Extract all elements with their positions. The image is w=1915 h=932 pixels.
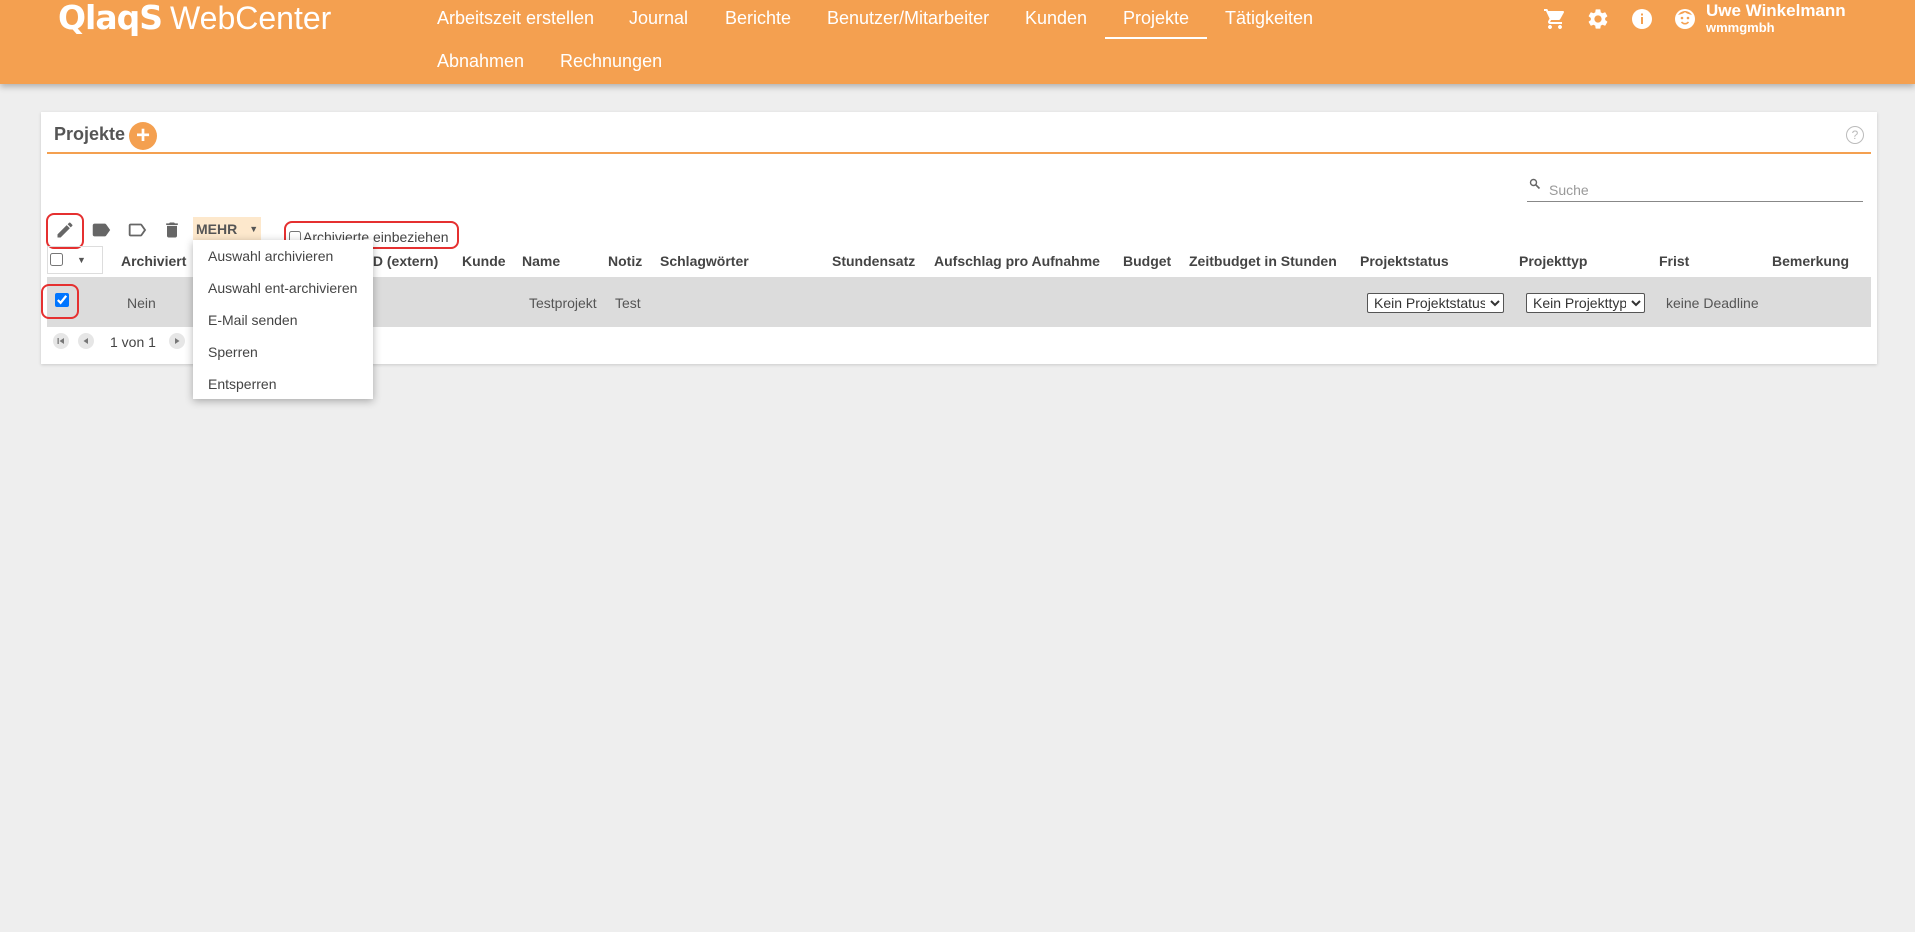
row-checkbox[interactable] xyxy=(55,293,69,307)
cell-archiviert: Nein xyxy=(127,295,156,311)
info-icon[interactable] xyxy=(1629,6,1655,32)
edit-icon[interactable] xyxy=(53,218,77,242)
cell-frist: keine Deadline xyxy=(1666,295,1759,311)
app-logo[interactable]: QlaqS WebCenter xyxy=(58,0,331,36)
more-dropdown-menu: Auswahl archivieren Auswahl ent-archivie… xyxy=(193,240,373,399)
search-input[interactable] xyxy=(1549,180,1849,200)
top-bar: QlaqS WebCenter Arbeitszeit erstellen Jo… xyxy=(0,0,1915,84)
nav-benutzer-mitarbeiter[interactable]: Benutzer/Mitarbeiter xyxy=(827,7,989,29)
column-header-notiz[interactable]: Notiz xyxy=(608,253,642,269)
pager-text: 1 von 1 xyxy=(110,334,156,350)
nav-kunden[interactable]: Kunden xyxy=(1025,7,1087,29)
projekttyp-select[interactable]: Kein Projekttyp xyxy=(1526,293,1645,313)
column-header-bemerkung[interactable]: Bemerkung xyxy=(1772,253,1849,269)
more-label: MEHR xyxy=(196,221,238,237)
chevron-down-icon: ▼ xyxy=(77,255,86,265)
column-header-name[interactable]: Name xyxy=(522,253,560,269)
column-header-projektstatus[interactable]: Projektstatus xyxy=(1360,253,1449,269)
logo-text: WebCenter xyxy=(170,0,332,36)
nav-arbeitszeit-erstellen[interactable]: Arbeitszeit erstellen xyxy=(437,7,594,29)
column-header-id-extern[interactable]: ID (extern) xyxy=(369,253,438,269)
prev-page-icon[interactable] xyxy=(78,333,94,349)
cell-name: Testprojekt xyxy=(529,295,597,311)
page-title: Projekte xyxy=(54,124,126,144)
projektstatus-select[interactable]: Kein Projektstatus xyxy=(1367,293,1504,313)
logo-mark: QlaqS xyxy=(58,0,163,37)
nav-journal[interactable]: Journal xyxy=(629,7,688,29)
user-name[interactable]: Uwe Winkelmann xyxy=(1706,1,1846,21)
column-header-kunde[interactable]: Kunde xyxy=(462,253,506,269)
menu-item-auswahl-ent-archivieren[interactable]: Auswahl ent-archivieren xyxy=(208,280,357,296)
select-all-control[interactable]: ▼ xyxy=(47,246,103,274)
delete-icon[interactable] xyxy=(160,218,184,242)
help-icon[interactable]: ? xyxy=(1846,126,1864,144)
cell-notiz: Test xyxy=(615,295,641,311)
search-icon xyxy=(1529,178,1541,190)
column-header-aufschlag[interactable]: Aufschlag pro Aufnahme xyxy=(934,253,1100,269)
menu-item-email-senden[interactable]: E-Mail senden xyxy=(208,312,298,328)
nav-projekte[interactable]: Projekte xyxy=(1104,7,1208,39)
column-header-frist[interactable]: Frist xyxy=(1659,253,1689,269)
menu-item-auswahl-archivieren[interactable]: Auswahl archivieren xyxy=(208,248,333,264)
column-header-stundensatz[interactable]: Stundensatz xyxy=(832,253,915,269)
select-all-checkbox[interactable] xyxy=(50,253,63,266)
column-header-schlagwoerter[interactable]: Schlagwörter xyxy=(660,253,749,269)
user-avatar-icon[interactable] xyxy=(1672,6,1698,32)
column-header-zeitbudget[interactable]: Zeitbudget in Stunden xyxy=(1189,253,1337,269)
column-header-projekttyp[interactable]: Projekttyp xyxy=(1519,253,1587,269)
cart-icon[interactable] xyxy=(1542,6,1568,32)
nav-taetigkeiten[interactable]: Tätigkeiten xyxy=(1225,7,1313,29)
nav-berichte[interactable]: Berichte xyxy=(725,7,791,29)
first-page-icon[interactable] xyxy=(53,333,69,349)
column-header-archiviert[interactable]: Archiviert xyxy=(121,253,186,269)
column-header-budget[interactable]: Budget xyxy=(1123,253,1171,269)
tag-filled-icon[interactable] xyxy=(89,218,113,242)
gear-icon[interactable] xyxy=(1585,6,1611,32)
tag-outline-icon[interactable] xyxy=(125,218,149,242)
nav-rechnungen[interactable]: Rechnungen xyxy=(560,50,662,72)
more-button[interactable]: MEHR ▼ xyxy=(193,217,261,241)
next-page-icon[interactable] xyxy=(169,333,185,349)
add-project-button[interactable]: + xyxy=(129,122,157,150)
nav-abnahmen[interactable]: Abnahmen xyxy=(437,50,524,72)
menu-item-sperren[interactable]: Sperren xyxy=(208,344,258,360)
menu-item-entsperren[interactable]: Entsperren xyxy=(208,376,276,392)
chevron-down-icon: ▼ xyxy=(249,224,259,234)
title-divider xyxy=(47,152,1871,154)
user-org: wmmgmbh xyxy=(1706,20,1775,35)
search-field xyxy=(1527,172,1863,202)
